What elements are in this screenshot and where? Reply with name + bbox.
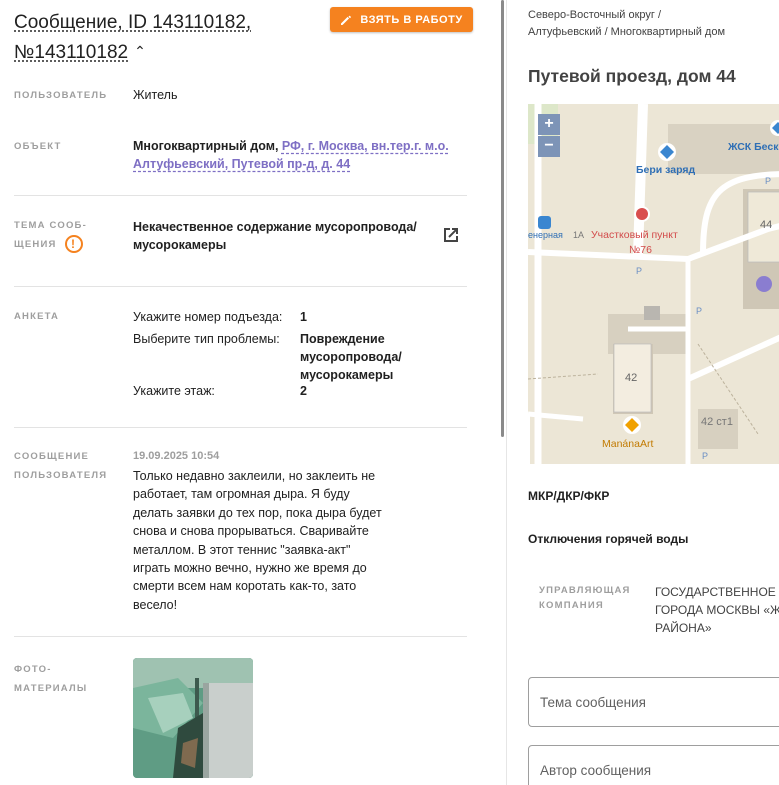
- object-address-title: Путевой проезд, дом 44: [528, 66, 736, 86]
- map-house-44: 44: [760, 219, 773, 231]
- topic-value: Некачественное содержание мусоропровода/…: [133, 218, 423, 254]
- hot-water-section-title: Отключения горячей воды: [528, 532, 689, 546]
- management-value-1: ГОСУДАРСТВЕННОЕ Б: [655, 585, 779, 599]
- message-topic-field[interactable]: Тема сообщения: [528, 677, 779, 727]
- take-to-work-label: ВЗЯТЬ В РАБОТУ: [360, 13, 463, 26]
- take-to-work-button[interactable]: ВЗЯТЬ В РАБОТУ: [330, 7, 473, 32]
- survey-answer-entrance: 1: [300, 310, 307, 324]
- chevron-up-icon[interactable]: ⌃: [134, 37, 146, 66]
- management-company-label: УПРАВЛЯЮЩАЯ КОМПАНИЯ: [539, 583, 631, 613]
- map-poi-police-1: Участковый пункт: [591, 229, 678, 241]
- title-line-1: Сообщение, ID 143110182,: [14, 12, 252, 33]
- user-label: ПОЛЬЗОВАТЕЛЬ: [14, 90, 108, 101]
- divider: [14, 636, 467, 637]
- title-line-2: №143110182: [14, 42, 129, 63]
- divider: [14, 427, 467, 428]
- map-poi-manana[interactable]: ManánaArt: [602, 438, 653, 450]
- user-value: Житель: [133, 88, 178, 102]
- message-date: 19.09.2025 10:54: [133, 450, 220, 462]
- object-address-link-2[interactable]: Алтуфьевский, Путевой пр-д, д. 44: [133, 157, 350, 171]
- survey-question-problem-type: Выберите тип проблемы:: [133, 332, 280, 346]
- map-parking: P: [696, 306, 703, 316]
- management-value-2: ГОРОДА МОСКВЫ «Ж: [655, 603, 779, 617]
- object-address-link[interactable]: РФ, г. Москва, вн.тер.г. м.о.: [282, 139, 449, 153]
- breadcrumb-line-2: Алтуфьевский / Многоквартирный дом: [528, 26, 726, 38]
- page-title: Сообщение, ID 143110182, №143110182 ⌃: [14, 8, 314, 67]
- management-label-2: КОМПАНИЯ: [539, 600, 604, 611]
- divider: [14, 195, 467, 196]
- photos-label-2: МАТЕРИАЛЫ: [14, 683, 88, 694]
- map-poi-1a: 1А: [573, 230, 585, 240]
- survey-answer-problem-type: Повреждение мусоропровода/ мусорокамеры: [300, 332, 402, 382]
- photos-label-1: ФОТО-: [14, 664, 52, 675]
- topic-label-2: ЩЕНИЯ: [14, 239, 57, 250]
- map-canvas: [528, 104, 779, 464]
- breadcrumb-line-1: Северо-Восточный округ /: [528, 9, 662, 21]
- management-value-3: РАЙОНА»: [655, 621, 712, 635]
- map-poi-charge[interactable]: Бери заряд: [636, 164, 695, 176]
- breadcrumb: Северо-Восточный округ / Алтуфьевский / …: [528, 7, 778, 41]
- scrollbar[interactable]: [501, 0, 504, 437]
- message-author-field[interactable]: Автор сообщения: [528, 745, 779, 785]
- object-value: Многоквартирный дом, РФ, г. Москва, вн.т…: [133, 137, 453, 173]
- message-details-panel: Сообщение, ID 143110182, №143110182 ⌃ ВЗЯ…: [0, 0, 500, 785]
- map-poi-police-number: №76: [629, 244, 652, 256]
- photo-thumbnail[interactable]: [133, 658, 253, 778]
- mkr-section-title: МКР/ДКР/ФКР: [528, 489, 610, 503]
- zoom-in-button[interactable]: +: [538, 114, 560, 135]
- map-house-42-1: 42 ст1: [701, 416, 733, 428]
- management-label-1: УПРАВЛЯЮЩАЯ: [539, 585, 631, 596]
- message-label-2: ПОЛЬЗОВАТЕЛЯ: [14, 470, 108, 481]
- photo-image: [133, 658, 253, 778]
- management-company-value: ГОСУДАРСТВЕННОЕ Б ГОРОДА МОСКВЫ «Ж РАЙОН…: [655, 583, 779, 637]
- zoom-out-button[interactable]: −: [538, 136, 560, 157]
- map-poi-police[interactable]: Участковый пункт: [591, 229, 678, 241]
- map-parking: P: [636, 266, 643, 276]
- survey-answer-floor: 2: [300, 384, 307, 398]
- map-poi-station: енерная: [528, 230, 563, 240]
- message-label-1: СООБЩЕНИЕ: [14, 451, 90, 462]
- topic-label: ТЕМА СООБ- ЩЕНИЯ!: [14, 216, 87, 254]
- map-parking: P: [765, 176, 772, 186]
- map-poi-zhsk[interactable]: ЖСК Беск: [728, 141, 778, 153]
- topic-label-1: ТЕМА СООБ-: [14, 220, 87, 231]
- topic-value-1: Некачественное содержание мусоропровода/: [133, 220, 417, 234]
- map-parking: P: [702, 451, 709, 461]
- photos-label: ФОТО- МАТЕРИАЛЫ: [14, 660, 87, 698]
- warning-icon: !: [64, 235, 83, 254]
- message-label: СООБЩЕНИЕ ПОЛЬЗОВАТЕЛЯ: [14, 447, 107, 485]
- object-label: ОБЪЕКТ: [14, 141, 62, 152]
- pencil-icon: [341, 15, 352, 25]
- open-external-icon[interactable]: [441, 225, 461, 245]
- map-house-42: 42: [625, 372, 638, 384]
- map[interactable]: + − Бери заряд ЖСК Беск Участковый пункт…: [528, 104, 779, 464]
- topic-value-2: мусорокамеры: [133, 238, 227, 252]
- divider: [14, 286, 467, 287]
- survey-question-floor: Укажите этаж:: [133, 384, 215, 398]
- message-text: Только недавно заклеили, но заклеить не …: [133, 469, 382, 612]
- object-type: Многоквартирный дом,: [133, 139, 279, 153]
- survey-question-entrance: Укажите номер подъезда:: [133, 310, 283, 324]
- survey-label: АНКЕТА: [14, 311, 60, 322]
- object-info-panel: Северо-Восточный округ / Алтуфьевский / …: [507, 0, 779, 785]
